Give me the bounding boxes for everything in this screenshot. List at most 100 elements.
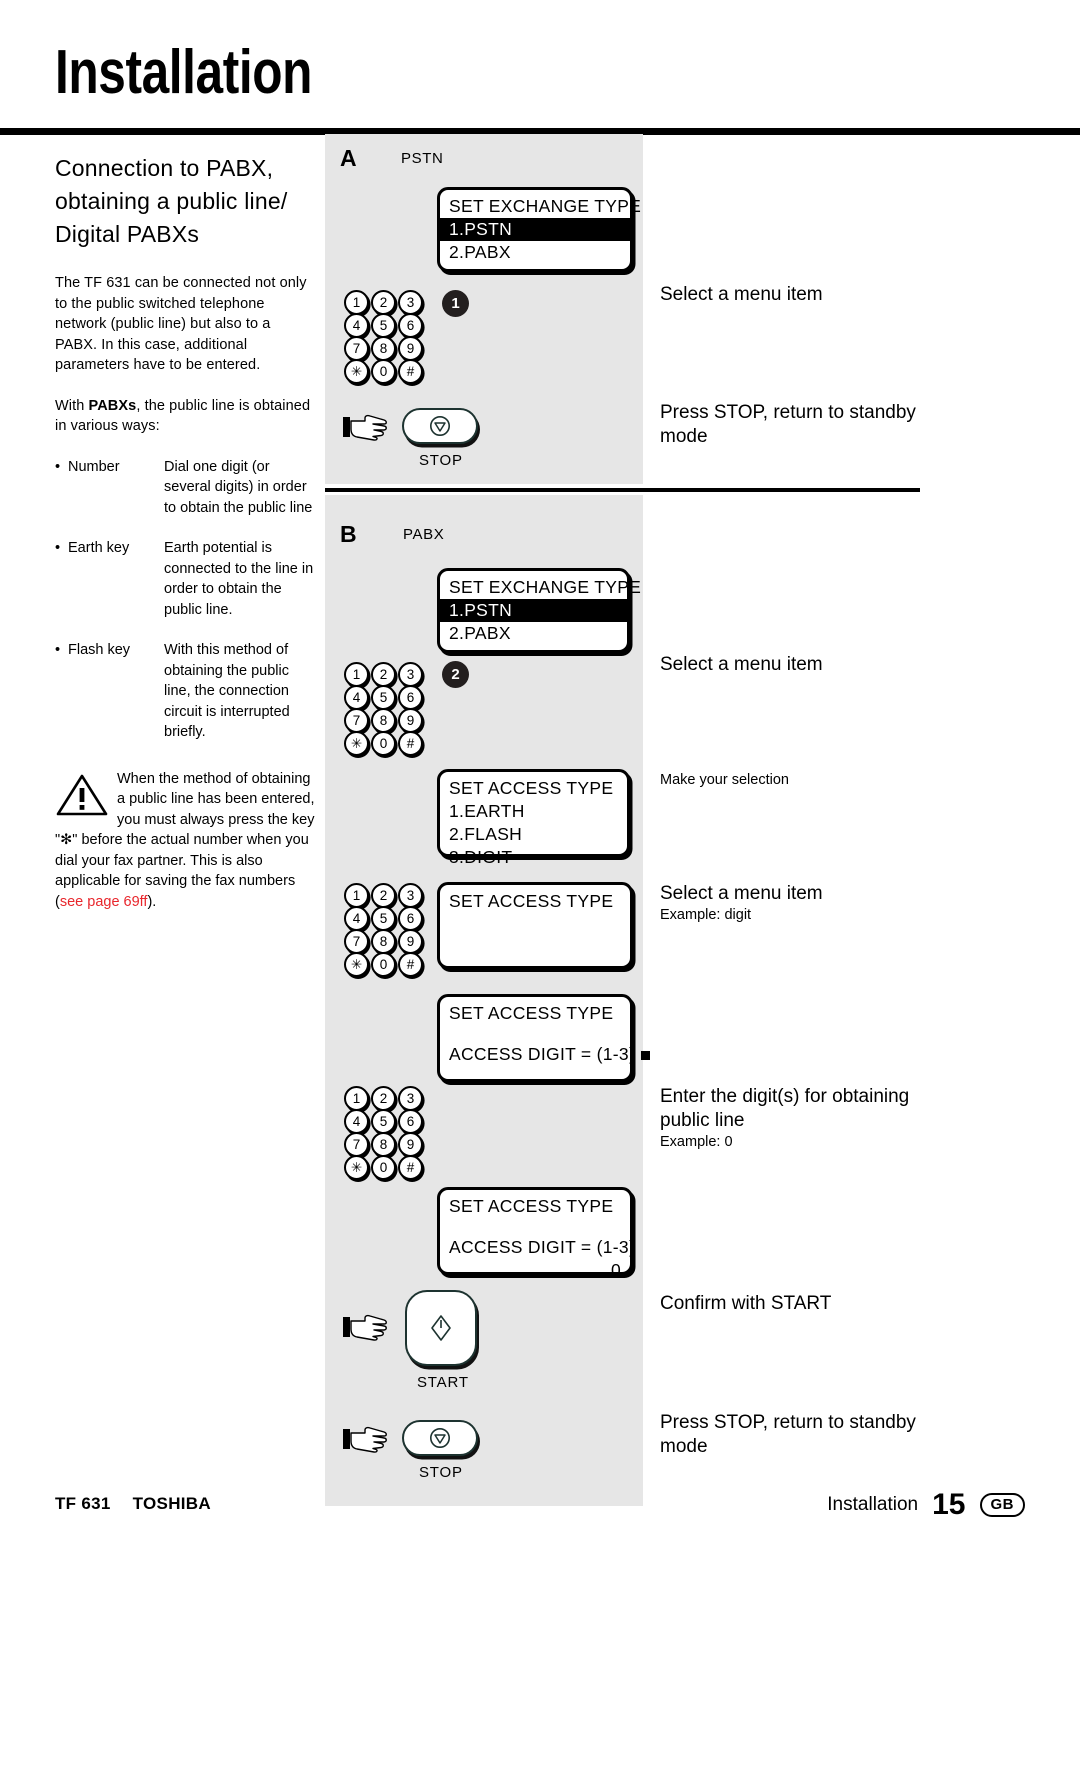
- keypad-b2[interactable]: 1 2 3 4 5 6 7 8 9 ✳ 0 #: [344, 883, 425, 977]
- keypad-b3[interactable]: 1 2 3 4 5 6 7 8 9 ✳ 0 #: [344, 1086, 425, 1180]
- footer-brand: TOSHIBA: [132, 1494, 211, 1513]
- key-9[interactable]: 9: [398, 336, 423, 361]
- instruction-subtext: Example: digit: [660, 907, 752, 923]
- instruction-select-b1: Select a menu item: [660, 653, 960, 677]
- lcd-item-selected: 1.PSTN: [440, 599, 627, 622]
- key-1[interactable]: 1: [344, 883, 369, 908]
- page-reference-link[interactable]: see page 69ff: [60, 894, 148, 910]
- section-letter-a: A: [340, 145, 357, 171]
- key-5[interactable]: 5: [371, 1109, 396, 1134]
- keypad-row: 7 8 9: [344, 929, 425, 954]
- stop-triangle-icon: [430, 1428, 450, 1448]
- lcd-title: SET ACCESS TYPE: [449, 1196, 614, 1216]
- keypad-row: ✳ 0 #: [344, 731, 425, 756]
- keypad-row: 4 5 6: [344, 906, 425, 931]
- key-2[interactable]: 2: [371, 1086, 396, 1111]
- lcd-entered-value: 0: [610, 1260, 621, 1280]
- key-hash[interactable]: #: [398, 731, 423, 756]
- key-2[interactable]: 2: [371, 662, 396, 687]
- keypad-row: ✳ 0 #: [344, 1155, 425, 1180]
- key-4[interactable]: 4: [344, 313, 369, 338]
- key-3[interactable]: 3: [398, 883, 423, 908]
- key-hash[interactable]: #: [398, 1155, 423, 1180]
- key-8[interactable]: 8: [371, 1132, 396, 1157]
- key-8[interactable]: 8: [371, 929, 396, 954]
- key-7[interactable]: 7: [344, 929, 369, 954]
- key-1[interactable]: 1: [344, 290, 369, 315]
- lcd-item: 2.FLASH: [449, 824, 523, 844]
- stop-button-b[interactable]: [402, 1420, 478, 1456]
- key-1[interactable]: 1: [344, 662, 369, 687]
- key-4[interactable]: 4: [344, 906, 369, 931]
- footer-model: TF 631: [55, 1494, 111, 1513]
- page-title: Installation: [55, 38, 313, 107]
- lead-bold: PABXs: [88, 397, 137, 414]
- key-6[interactable]: 6: [398, 1109, 423, 1134]
- instruction-select-a: Select a menu item: [660, 283, 960, 307]
- key-asterisk[interactable]: ✳: [344, 1155, 369, 1180]
- lcd-display-b2: SET ACCESS TYPE 1.EARTH 2.FLASH 3.DIGIT: [437, 769, 630, 867]
- key-asterisk[interactable]: ✳: [344, 952, 369, 977]
- bullet-term: Number: [55, 457, 164, 519]
- key-4[interactable]: 4: [344, 1109, 369, 1134]
- key-0[interactable]: 0: [371, 952, 396, 977]
- lcd-spacer: [440, 1025, 630, 1043]
- key-6[interactable]: 6: [398, 313, 423, 338]
- key-9[interactable]: 9: [398, 708, 423, 733]
- key-3[interactable]: 3: [398, 662, 423, 687]
- key-3[interactable]: 3: [398, 1086, 423, 1111]
- lcd-item: 2.PABX: [449, 242, 511, 262]
- key-3[interactable]: 3: [398, 290, 423, 315]
- lcd-cursor-icon: [641, 1051, 651, 1060]
- pointing-hand-icon: [343, 1314, 387, 1341]
- pointing-hand-icon: [343, 414, 387, 441]
- bullet-desc: With this method of obtaining the public…: [164, 642, 290, 740]
- start-button-caption: START: [417, 1374, 469, 1391]
- key-0[interactable]: 0: [371, 359, 396, 384]
- manual-page: Installation Connection to PABX, obtaini…: [0, 0, 1080, 1773]
- instruction-make-selection: Make your selection: [660, 771, 960, 790]
- start-button-b[interactable]: [405, 1290, 477, 1366]
- key-0[interactable]: 0: [371, 1155, 396, 1180]
- key-6[interactable]: 6: [398, 685, 423, 710]
- key-5[interactable]: 5: [371, 313, 396, 338]
- key-8[interactable]: 8: [371, 708, 396, 733]
- section-divider: [325, 488, 920, 492]
- key-hash[interactable]: #: [398, 952, 423, 977]
- key-5[interactable]: 5: [371, 906, 396, 931]
- warning-note: When the method of obtaining a public li…: [55, 769, 315, 913]
- key-6[interactable]: 6: [398, 906, 423, 931]
- stop-button-caption-a: STOP: [419, 452, 463, 469]
- key-8[interactable]: 8: [371, 336, 396, 361]
- keypad-a[interactable]: 1 2 3 4 5 6 7 8 9 ✳ 0 #: [344, 290, 425, 384]
- left-text-column: Connection to PABX, obtaining a public l…: [55, 152, 315, 912]
- instruction-text: Select a menu item: [660, 883, 823, 904]
- instruction-text: Make your selection: [660, 772, 789, 788]
- key-9[interactable]: 9: [398, 929, 423, 954]
- key-1[interactable]: 1: [344, 1086, 369, 1111]
- lcd-display-b3: SET ACCESS TYPE: [437, 882, 633, 969]
- section-heading: Connection to PABX, obtaining a public l…: [55, 155, 288, 247]
- key-7[interactable]: 7: [344, 1132, 369, 1157]
- key-hash[interactable]: #: [398, 359, 423, 384]
- key-2[interactable]: 2: [371, 883, 396, 908]
- stop-button-a[interactable]: [402, 408, 478, 444]
- key-0[interactable]: 0: [371, 731, 396, 756]
- key-2[interactable]: 2: [371, 290, 396, 315]
- key-5[interactable]: 5: [371, 685, 396, 710]
- bullet-term: Flash key: [55, 640, 164, 743]
- key-7[interactable]: 7: [344, 708, 369, 733]
- key-4[interactable]: 4: [344, 685, 369, 710]
- lead-paragraph: With PABXs, the public line is obtained …: [55, 396, 315, 437]
- instruction-text: Press STOP, return to standby mode: [660, 1412, 916, 1457]
- key-asterisk[interactable]: ✳: [344, 731, 369, 756]
- instruction-stop-b: Press STOP, return to standby mode: [660, 1411, 960, 1459]
- lcd-title: SET EXCHANGE TYPE: [449, 577, 642, 597]
- instruction-text: Enter the digit(s) for obtaining public …: [660, 1086, 910, 1131]
- bullet-desc: Dial one digit (or several digits) in or…: [164, 458, 313, 516]
- key-7[interactable]: 7: [344, 336, 369, 361]
- key-9[interactable]: 9: [398, 1132, 423, 1157]
- instruction-confirm: Confirm with START: [660, 1292, 960, 1316]
- keypad-b1[interactable]: 1 2 3 4 5 6 7 8 9 ✳ 0 #: [344, 662, 425, 756]
- key-asterisk[interactable]: ✳: [344, 359, 369, 384]
